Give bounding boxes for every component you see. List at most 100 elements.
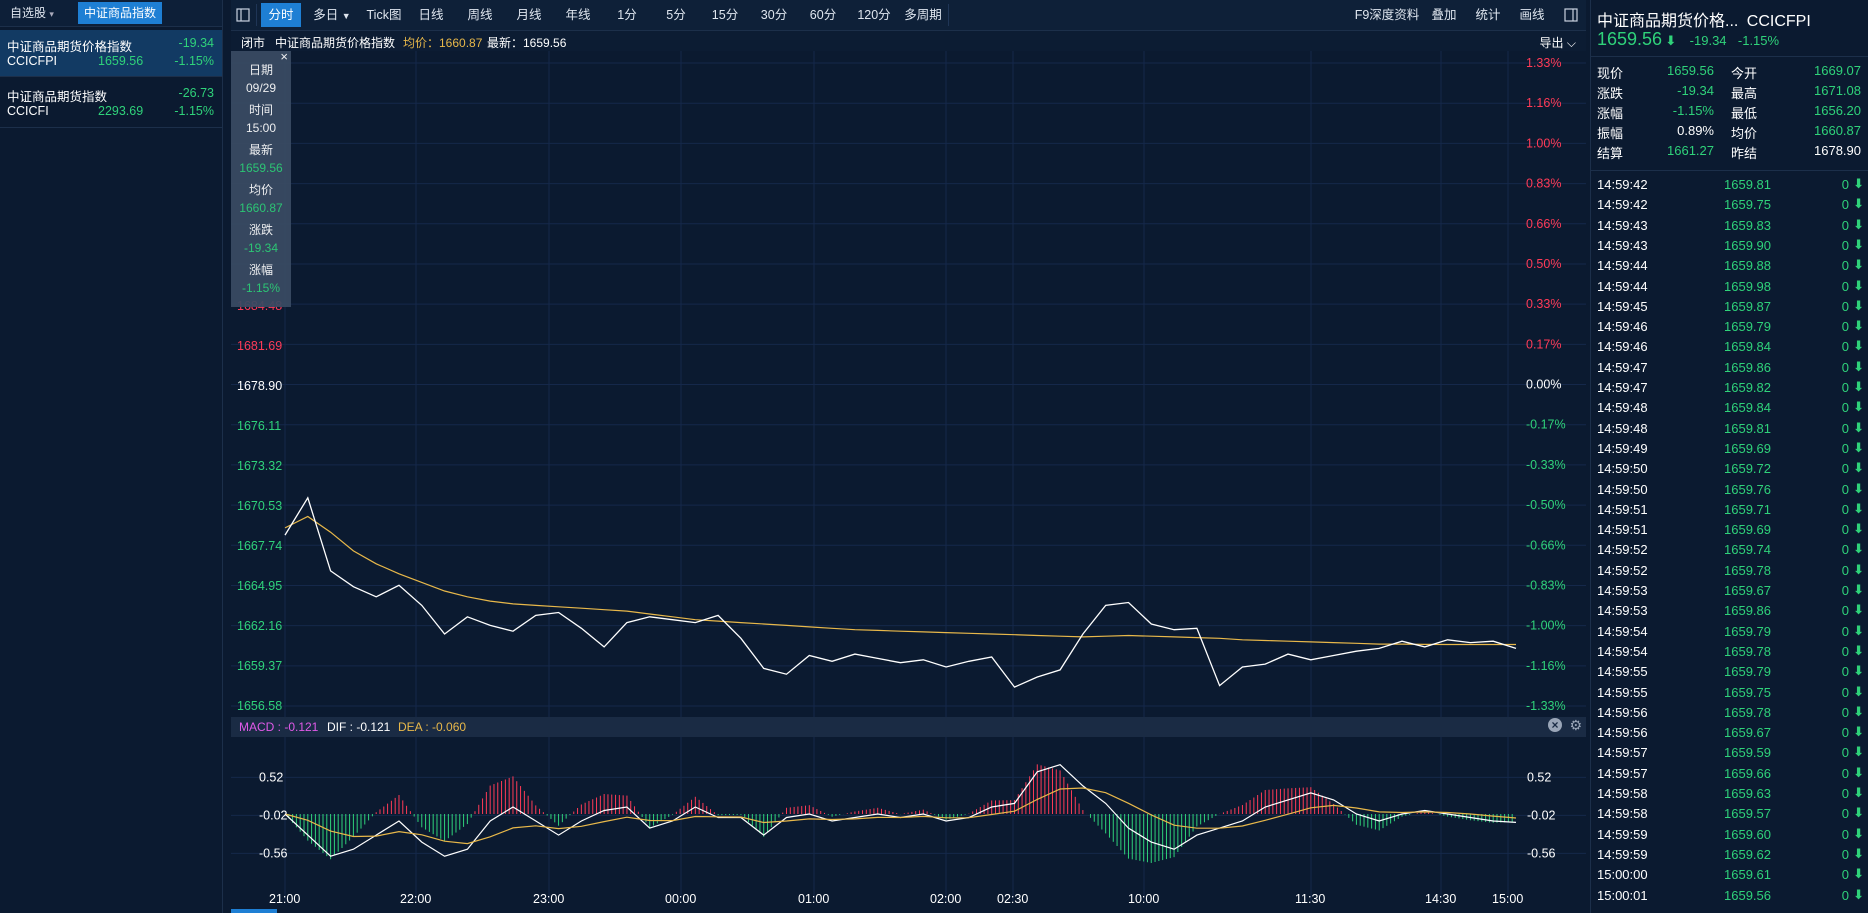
price-tick-label: 1678.90 (237, 379, 282, 393)
tooltip-key: 日期 (248, 63, 273, 77)
tab-1min[interactable]: 1分 (607, 3, 647, 27)
percent-axis: 1.33% 1.16% 1.00% 0.83% 0.66% 0.50% 0.33% 0.17%… (1526, 56, 1566, 713)
arrow-down-icon: ⬇ (1853, 521, 1864, 537)
tick-row: 14:59:54 1659.78 0 ⬇ (1591, 642, 1868, 662)
tick-time: 14:59:47 (1597, 359, 1648, 375)
tick-time: 14:59:52 (1597, 542, 1648, 558)
tab-weekly[interactable]: 周线 (460, 3, 500, 27)
tick-row: 14:59:52 1659.74 0 ⬇ (1591, 540, 1868, 560)
time-tick-label: 21:00 (269, 892, 300, 906)
quote-value: -1.15% (1672, 103, 1714, 118)
tick-row: 14:59:59 1659.60 0 ⬇ (1591, 825, 1868, 845)
tick-row: 14:59:47 1659.82 0 ⬇ (1591, 378, 1868, 398)
tick-time: 14:59:59 (1597, 826, 1648, 842)
sidebar-toggle-icon[interactable] (233, 3, 253, 27)
tooltip-value: -1.15% (241, 281, 281, 295)
tick-price: 1659.87 (1724, 298, 1771, 314)
tab-multiperiod[interactable]: 多周期 (901, 3, 945, 27)
item-change: -19.34 (178, 36, 214, 50)
macd-value: MACD : -0.121 (239, 720, 319, 734)
tick-row: 14:59:55 1659.79 0 ⬇ (1591, 662, 1868, 682)
draw-line-button[interactable]: 画线 (1515, 3, 1549, 27)
tab-30min[interactable]: 30分 (754, 3, 794, 27)
tick-time: 14:59:50 (1597, 481, 1648, 497)
arrow-down-icon: ⬇ (1853, 257, 1864, 273)
tick-volume: 0 (1841, 319, 1849, 335)
period-toolbar: 分时 多日 ▼ Tick图 日线 周线 月线 年线 1分 5分 15分 30分 … (231, 0, 1586, 31)
tooltip-value: 1659.56 (239, 161, 283, 175)
tick-row: 14:59:46 1659.79 0 ⬇ (1591, 317, 1868, 337)
tick-time: 14:59:50 (1597, 461, 1648, 477)
tick-time: 14:59:51 (1597, 501, 1648, 517)
tick-row: 14:59:48 1659.81 0 ⬇ (1591, 419, 1868, 439)
item-pct: -1.15% (174, 54, 214, 68)
tick-price: 1659.81 (1724, 420, 1771, 436)
tick-volume: 0 (1841, 664, 1849, 680)
dif-value: DIF : -0.121 (327, 720, 391, 734)
tick-row: 14:59:57 1659.59 0 ⬇ (1591, 743, 1868, 763)
f9-deep-data-button[interactable]: F9深度资料 (1351, 3, 1423, 27)
tab-yearly[interactable]: 年线 (558, 3, 598, 27)
overlay-button[interactable]: 叠加 (1427, 3, 1461, 27)
tick-price: 1659.76 (1724, 481, 1771, 497)
panel-toggle-icon[interactable] (1561, 3, 1581, 27)
price-tick-label: 1673.32 (237, 459, 282, 473)
arrow-down-icon: ⬇ (1853, 358, 1864, 374)
tab-commodity-index[interactable]: 中证商品指数 (78, 2, 163, 24)
statistics-button[interactable]: 统计 (1471, 3, 1505, 27)
tick-time: 14:59:43 (1597, 217, 1648, 233)
gear-icon[interactable]: ⚙ (1569, 717, 1582, 734)
macd-tick-label: 0.52 (1527, 770, 1551, 784)
tick-time: 14:59:58 (1597, 806, 1648, 822)
tab-monthly[interactable]: 月线 (509, 3, 549, 27)
quote-value: 1669.07 (1814, 63, 1861, 78)
arrow-down-icon: ⬇ (1853, 744, 1864, 760)
item-price: 2293.69 (98, 104, 144, 118)
tick-row: 14:59:56 1659.67 0 ⬇ (1591, 723, 1868, 743)
tab-5min[interactable]: 5分 (656, 3, 696, 27)
divider (256, 4, 257, 26)
list-item[interactable]: 中证商品期货价格指数 -19.34 CCICFPI 1659.56 -1.15% (0, 30, 222, 76)
tick-time: 14:59:56 (1597, 725, 1648, 741)
tooltip-key: 涨跌 (248, 223, 273, 237)
instrument-name: 中证商品期货价格指数 (275, 36, 396, 50)
tick-row: 14:59:55 1659.75 0 ⬇ (1591, 683, 1868, 703)
tab-120min[interactable]: 120分 (852, 3, 896, 27)
quote-value: 1660.87 (1814, 123, 1861, 138)
export-button[interactable]: 导出 ⌵ (1540, 34, 1576, 51)
price-pct: -1.15% (1737, 33, 1780, 48)
watchlist-panel: 自选股 ▾ 中证商品指数 中证商品期货价格指数 -19.34 CCICFPI 1… (0, 0, 223, 913)
tick-row: 14:59:44 1659.98 0 ⬇ (1591, 277, 1868, 297)
title-code: CCICFPI (1746, 13, 1811, 30)
time-tick-label: 23:00 (533, 892, 564, 906)
tick-time: 14:59:42 (1597, 197, 1648, 213)
time-tick-label: 15:00 (1492, 892, 1523, 906)
tab-multiday[interactable]: 多日 ▼ (309, 3, 355, 27)
tick-time: 15:00:00 (1597, 867, 1648, 883)
tick-volume: 0 (1841, 603, 1849, 619)
tab-60min[interactable]: 60分 (803, 3, 843, 27)
tick-volume: 0 (1841, 278, 1849, 294)
tick-row: 14:59:44 1659.88 0 ⬇ (1591, 256, 1868, 276)
time-tick-label: 01:00 (798, 892, 829, 906)
tab-15min[interactable]: 15分 (705, 3, 745, 27)
tab-tick[interactable]: Tick图 (364, 3, 404, 27)
chevron-down-icon: ▾ (49, 9, 54, 19)
list-item[interactable]: 中证商品期货指数 -26.73 CCICFI 2293.69 -1.15% (0, 80, 222, 126)
tick-price: 1659.60 (1724, 826, 1771, 842)
tick-row: 14:59:51 1659.71 0 ⬇ (1591, 500, 1868, 520)
quote-value: 0.89% (1677, 123, 1714, 138)
chart-info-bar: 闭市 中证商品期货价格指数 均价：1660.87 最新：1659.56 导出 ⌵ (231, 31, 1586, 51)
price-tick-label: 1667.74 (237, 539, 282, 553)
tab-intraday[interactable]: 分时 (261, 3, 301, 27)
scroll-indicator[interactable] (231, 909, 277, 913)
tab-daily[interactable]: 日线 (411, 3, 451, 27)
tick-price: 1659.66 (1724, 765, 1771, 781)
percent-tick-label: -0.50% (1526, 498, 1566, 512)
close-icon[interactable]: × (1548, 718, 1562, 732)
time-axis: 21:00 22:00 23:00 00:00 01:00 02:00 02:30 10:00… (231, 892, 1523, 913)
tab-watchlist[interactable]: 自选股 ▾ (4, 2, 60, 24)
arrow-down-icon: ⬇ (1853, 480, 1864, 496)
price-line (284, 496, 1517, 688)
arrow-down-icon: ⬇ (1853, 805, 1864, 821)
